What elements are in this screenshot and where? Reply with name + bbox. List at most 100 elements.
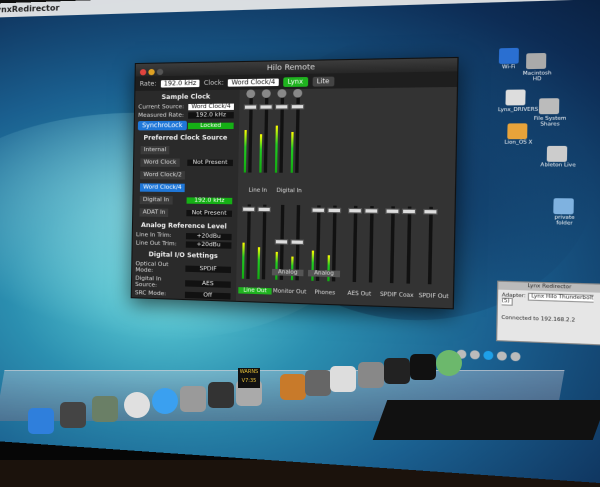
output-strip[interactable] bbox=[384, 197, 400, 296]
maps-icon[interactable] bbox=[436, 350, 462, 376]
synchrolock-button[interactable]: SynchroLock bbox=[137, 120, 187, 131]
globe-icon[interactable] bbox=[180, 386, 206, 412]
clock-source-wordclock2[interactable]: Word Clock/2 bbox=[140, 170, 186, 180]
source-status: Not Present bbox=[187, 159, 233, 167]
output-strip[interactable] bbox=[400, 198, 417, 297]
src-mode-select[interactable]: Off bbox=[184, 291, 231, 300]
app-icon[interactable] bbox=[546, 145, 568, 162]
pan-knob[interactable] bbox=[246, 89, 256, 99]
clock-select[interactable]: Word Clock/4 bbox=[228, 77, 279, 87]
redirector-body: Adapter: Lynx Hilo Thunderbolt (5) Conne… bbox=[498, 290, 600, 329]
menu-app-name[interactable]: LynxRedirector bbox=[0, 3, 60, 14]
terminal-icon[interactable] bbox=[410, 354, 436, 380]
line-in-trim-select[interactable]: +20dBu bbox=[185, 233, 232, 241]
input-strip[interactable] bbox=[274, 89, 289, 186]
output-strip[interactable] bbox=[241, 196, 256, 292]
guitar-icon[interactable] bbox=[280, 374, 306, 400]
clock-source-wordclock[interactable]: Word Clock bbox=[140, 158, 180, 167]
input-strip[interactable] bbox=[289, 88, 305, 186]
chrome-icon[interactable] bbox=[124, 392, 150, 418]
fader-handle[interactable] bbox=[274, 239, 289, 245]
fader-handle[interactable] bbox=[348, 207, 363, 214]
input-strip[interactable] bbox=[258, 89, 273, 185]
hilo-remote-window[interactable]: Hilo Remote Rate: 192.0 kHz Clock: Word … bbox=[130, 56, 459, 310]
settings-icon[interactable] bbox=[496, 351, 507, 361]
fader-handle[interactable] bbox=[327, 207, 342, 214]
dock-clock[interactable]: WARNS V7:35 bbox=[238, 368, 260, 388]
keyboard bbox=[372, 400, 600, 440]
piano-icon[interactable] bbox=[208, 382, 234, 408]
clock-source-row[interactable]: Word Clock/2 bbox=[134, 169, 236, 182]
clock-source-row[interactable]: Internal bbox=[134, 144, 236, 157]
analog-button[interactable]: Analog bbox=[307, 269, 341, 278]
analog-button[interactable]: Analog bbox=[271, 268, 304, 277]
output-strip[interactable] bbox=[326, 197, 342, 295]
output-strip[interactable] bbox=[290, 196, 305, 293]
skype-icon[interactable] bbox=[483, 350, 494, 361]
section-heading: Analog Reference Level bbox=[140, 221, 227, 231]
output-strip[interactable] bbox=[347, 197, 363, 295]
fader-handle[interactable] bbox=[423, 208, 438, 215]
output-strip[interactable] bbox=[256, 196, 271, 292]
input-strip[interactable] bbox=[242, 89, 258, 185]
line-out-trim-label: Line Out Trim: bbox=[135, 240, 177, 248]
clock-source-row[interactable]: Word Clock/4 bbox=[134, 181, 236, 195]
preview-icon[interactable] bbox=[330, 366, 356, 392]
mixer-panel: Line In Digital In Analog Analog Line Ou… bbox=[235, 86, 457, 309]
itunes-icon[interactable] bbox=[152, 388, 178, 414]
zoom-icon[interactable] bbox=[156, 68, 164, 76]
fader-handle[interactable] bbox=[401, 208, 417, 215]
lynx-button[interactable]: Lynx bbox=[282, 76, 308, 87]
trash-icon[interactable] bbox=[510, 351, 521, 362]
activity-monitor-icon[interactable] bbox=[384, 358, 410, 384]
pan-knob[interactable] bbox=[277, 89, 287, 98]
fader-handle[interactable] bbox=[274, 104, 289, 110]
clock-source-wordclock4[interactable]: Word Clock/4 bbox=[139, 183, 185, 193]
line-out-trim-select[interactable]: +20dBu bbox=[185, 241, 232, 249]
output-strip[interactable] bbox=[363, 197, 379, 296]
wifi-icon[interactable] bbox=[498, 47, 519, 64]
lynx-redirector-window[interactable]: Lynx Redirector Adapter: Lynx Hilo Thund… bbox=[495, 280, 600, 346]
close-icon[interactable] bbox=[139, 69, 147, 76]
fader-handle[interactable] bbox=[241, 206, 256, 212]
pan-knob[interactable] bbox=[293, 88, 303, 98]
optical-out-select[interactable]: SPDIF bbox=[185, 265, 232, 274]
output-strip[interactable] bbox=[274, 196, 289, 293]
drive-icon[interactable] bbox=[525, 52, 547, 70]
lite-button[interactable]: Lite bbox=[312, 76, 334, 87]
measured-rate-label: Measured Rate: bbox=[138, 112, 184, 119]
clock-source-row[interactable]: Word Clock Not Present bbox=[134, 156, 236, 169]
mixer-icon[interactable] bbox=[305, 370, 331, 396]
wifi-icon[interactable] bbox=[469, 350, 480, 360]
tools-icon[interactable] bbox=[358, 362, 384, 388]
drive-icon[interactable] bbox=[538, 98, 560, 115]
desktop-icon-label: private folder bbox=[554, 215, 575, 227]
fader-handle[interactable] bbox=[311, 207, 326, 214]
digital-in-source-select[interactable]: AES bbox=[185, 280, 231, 288]
folder-icon[interactable] bbox=[505, 89, 526, 106]
clock-source-digital-in[interactable]: Digital In bbox=[139, 195, 173, 205]
folder-icon[interactable] bbox=[553, 198, 574, 215]
package-icon[interactable] bbox=[507, 123, 528, 140]
clock-source-internal[interactable]: Internal bbox=[140, 145, 170, 155]
group-spdif-coax: SPDIF Coax bbox=[379, 291, 414, 300]
launchpad-icon[interactable] bbox=[60, 402, 86, 428]
rate-select[interactable]: 192.0 kHz bbox=[160, 79, 200, 88]
fader-handle[interactable] bbox=[290, 103, 305, 110]
fader-handle[interactable] bbox=[385, 208, 400, 215]
fader-handle[interactable] bbox=[243, 104, 258, 110]
fader-handle[interactable] bbox=[364, 208, 379, 214]
fader-handle[interactable] bbox=[259, 104, 273, 110]
minimize-icon[interactable] bbox=[148, 68, 155, 76]
finder-icon[interactable] bbox=[28, 408, 54, 434]
clock-source-adat-in[interactable]: ADAT In bbox=[139, 208, 169, 218]
output-strip[interactable] bbox=[422, 198, 438, 298]
optical-out-label: Optical Out Mode: bbox=[135, 261, 169, 275]
clock-source-row[interactable]: ADAT In Not Present bbox=[133, 206, 235, 220]
fader-handle[interactable] bbox=[290, 239, 305, 246]
fader-handle[interactable] bbox=[257, 206, 271, 213]
mission-control-icon[interactable] bbox=[92, 396, 118, 422]
pan-knob[interactable] bbox=[261, 89, 271, 98]
clock-time: V7:35 bbox=[241, 378, 257, 384]
output-strip[interactable] bbox=[310, 197, 326, 294]
